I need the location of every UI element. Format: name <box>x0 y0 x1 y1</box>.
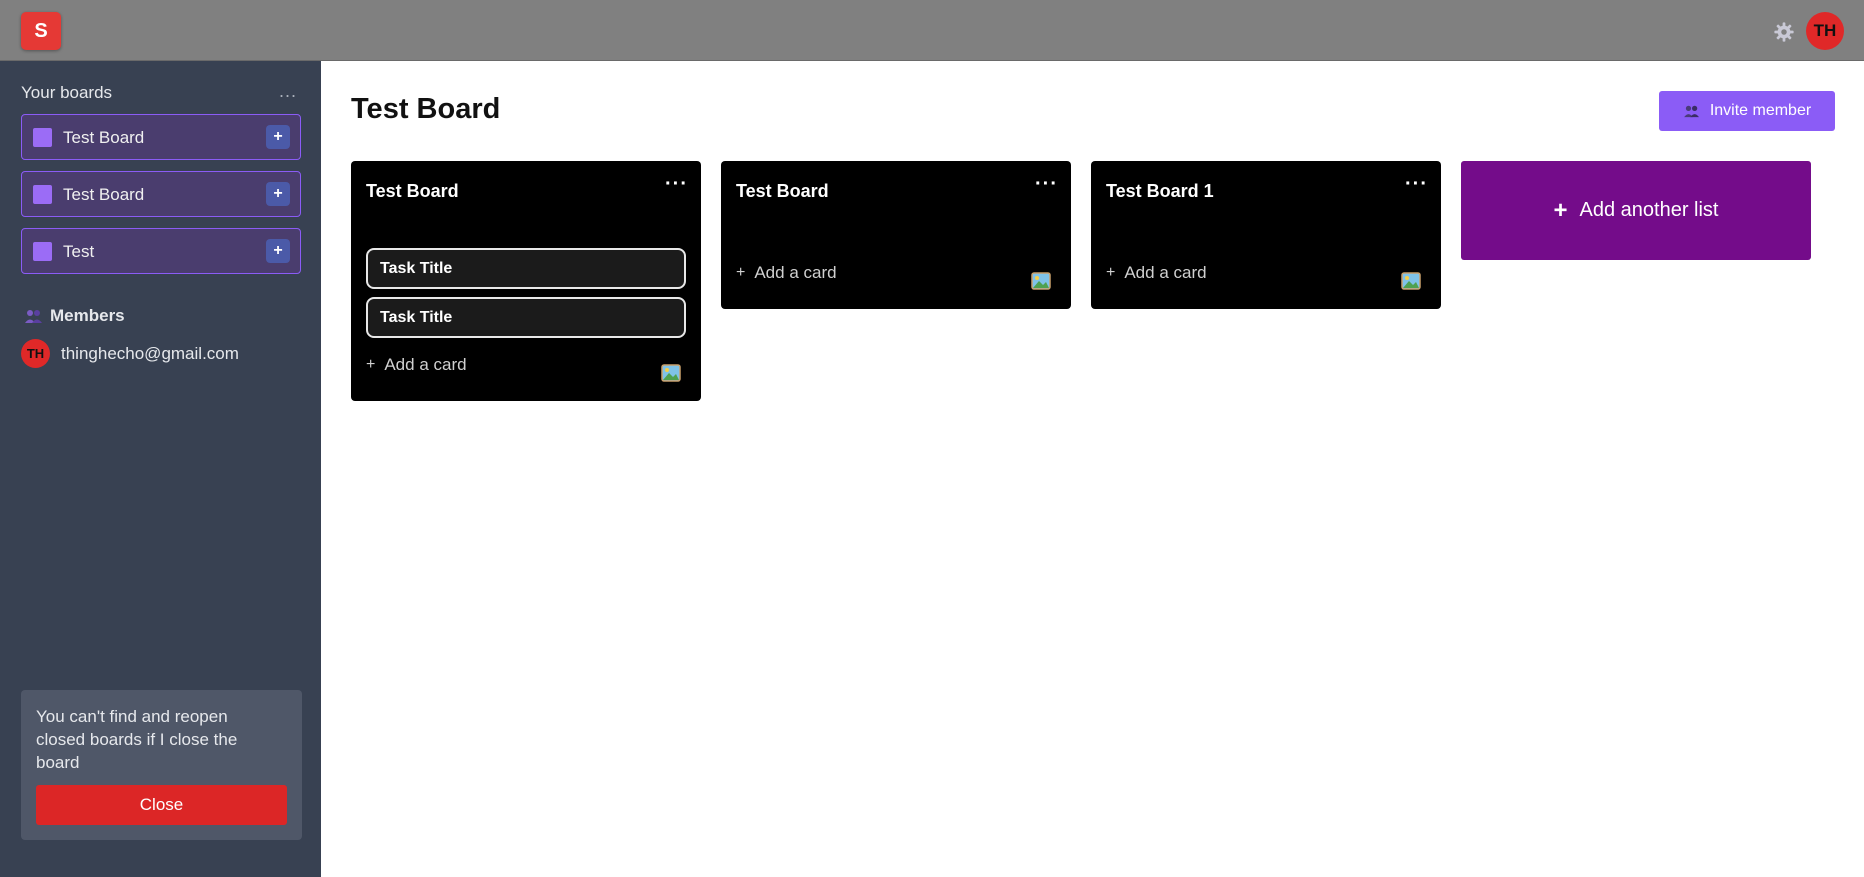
member-avatar: TH <box>21 339 50 368</box>
board-color-swatch <box>33 128 52 147</box>
board-label: Test Board <box>63 128 145 147</box>
sidebar: Your boards ... Test Board + Test Board … <box>0 61 321 877</box>
add-card-button[interactable]: + Add a card <box>366 355 467 375</box>
sidebar-board-item[interactable]: Test + <box>21 228 301 274</box>
list-more-button[interactable]: ··· <box>665 173 688 196</box>
list-more-button[interactable]: ··· <box>1035 173 1058 196</box>
sidebar-title: Your boards <box>21 83 113 102</box>
members-title: Members <box>50 306 125 325</box>
add-card-plus: + <box>366 356 376 373</box>
sidebar-board-item[interactable]: Test Board + <box>21 171 301 217</box>
board-label: Test <box>63 242 95 261</box>
gear-icon[interactable] <box>1773 21 1795 43</box>
task-card[interactable]: Task Title <box>366 297 686 338</box>
members-header: Members <box>24 306 125 326</box>
invite-member-button[interactable]: Invite member <box>1659 91 1835 131</box>
image-icon[interactable] <box>661 364 681 382</box>
board-label: Test Board <box>63 185 145 204</box>
user-initials: TH <box>1813 21 1837 40</box>
board-list: Test Board 1 ··· + Add a card <box>1091 161 1441 309</box>
list-title: Test Board <box>366 181 459 201</box>
notice-text: You can't find and reopen closed boards … <box>36 707 238 772</box>
add-card-button[interactable]: + Add a card <box>1106 263 1207 283</box>
add-card-plus: + <box>736 264 746 281</box>
sidebar-more-button[interactable]: ... <box>279 81 297 102</box>
top-bar: S TH <box>0 0 1864 61</box>
member-row: TH thinghecho@gmail.com <box>21 339 239 368</box>
add-list-button[interactable]: + Add another list <box>1461 161 1811 260</box>
task-card[interactable]: Task Title <box>366 248 686 289</box>
close-board-button[interactable]: Close <box>36 785 287 825</box>
image-icon[interactable] <box>1401 272 1421 290</box>
add-card-label: Add a card <box>754 263 837 282</box>
logo-letter: S <box>34 19 48 42</box>
members-icon <box>1683 105 1699 118</box>
page-title: Test Board <box>351 93 501 125</box>
member-initials: TH <box>26 346 45 361</box>
app-logo[interactable]: S <box>21 12 61 50</box>
list-title: Test Board <box>736 181 829 201</box>
list-title: Test Board 1 <box>1106 181 1214 201</box>
members-icon <box>25 310 42 323</box>
board-list: Test Board ··· + Add a card <box>721 161 1071 309</box>
board-add-button[interactable]: + <box>266 125 290 149</box>
add-list-plus: + <box>1553 196 1568 224</box>
board-add-button[interactable]: + <box>266 239 290 263</box>
member-email: thinghecho@gmail.com <box>61 343 239 363</box>
board-color-swatch <box>33 185 52 204</box>
add-card-plus: + <box>1106 264 1116 281</box>
board-color-swatch <box>33 242 52 261</box>
add-card-label: Add a card <box>384 355 467 374</box>
add-card-button[interactable]: + Add a card <box>736 263 837 283</box>
image-icon[interactable] <box>1031 272 1051 290</box>
close-board-notice: You can't find and reopen closed boards … <box>21 690 302 840</box>
board-list: Test Board ··· Task Title Task Title + A… <box>351 161 701 401</box>
list-more-button[interactable]: ··· <box>1405 173 1428 196</box>
sidebar-board-item[interactable]: Test Board + <box>21 114 301 160</box>
add-list-label: Add another list <box>1579 199 1719 221</box>
user-avatar[interactable]: TH <box>1806 12 1844 50</box>
add-card-label: Add a card <box>1124 263 1207 282</box>
board-add-button[interactable]: + <box>266 182 290 206</box>
invite-member-label: Invite member <box>1709 102 1812 119</box>
